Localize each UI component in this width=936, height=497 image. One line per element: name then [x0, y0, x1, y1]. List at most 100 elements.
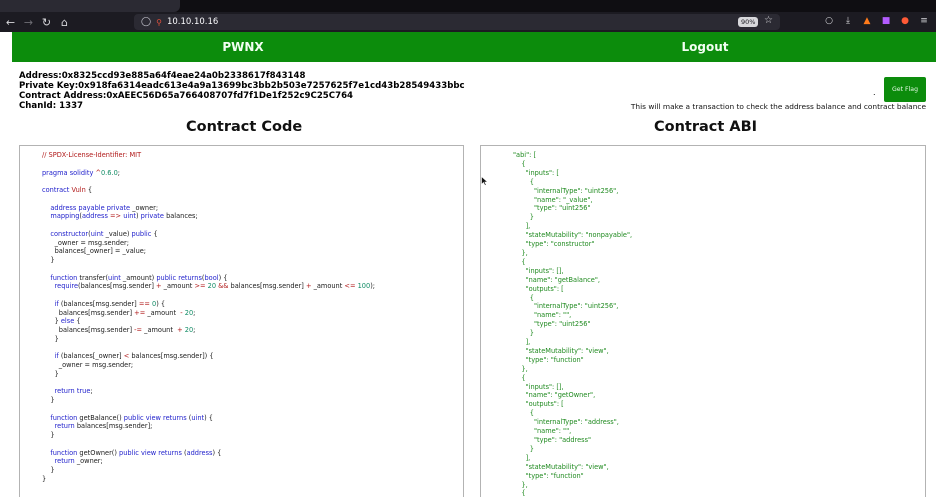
burp-extension-icon[interactable]: ● — [899, 14, 911, 28]
code-lines: // SPDX-License-Identifier: MIT pragma s… — [42, 151, 375, 484]
metamask-fox-icon[interactable]: ▲ — [861, 14, 873, 28]
abi-line: "abi": [ — [513, 151, 537, 159]
abi-line: }, — [513, 480, 528, 489]
abi-line: "internalType": "uint256", — [513, 302, 619, 311]
active-tab[interactable] — [0, 0, 180, 12]
code-line: balances[msg.sender] += _amount - 20; — [42, 308, 196, 317]
abi-line: "type": "constructor" — [513, 240, 595, 249]
contract-code-title: Contract Code — [186, 119, 303, 135]
code-line: return _owner; — [54, 457, 103, 466]
status-dot: . — [873, 88, 876, 97]
abi-line: "stateMutability": "nonpayable", — [513, 231, 633, 240]
abi-line: "stateMutability": "view", — [513, 462, 609, 471]
browser-chrome: ← → ↻ ⌂ ◯ ⚲ 10.10.10.16 90% ☆ ○ ⤓ ▲ ■ ● … — [0, 0, 936, 32]
abi-line: "type": "uint256" — [513, 204, 591, 213]
abi-line: }, — [513, 248, 528, 257]
abi-line: "name": "getBalance", — [513, 275, 600, 284]
abi-line: ], — [513, 222, 531, 231]
contract-abi-panel[interactable]: "abi": [ { "inputs": [ { "internalType":… — [480, 145, 926, 497]
code-line: function getOwner() public view returns … — [50, 448, 222, 457]
abi-line: { — [513, 177, 534, 186]
abi-line: }, — [513, 364, 528, 373]
abi-line: "name": "getOwner", — [513, 391, 596, 400]
download-icon[interactable]: ⤓ — [842, 14, 854, 28]
bookmark-star-icon[interactable]: ☆ — [764, 15, 773, 26]
abi-line: "internalType": "uint256", — [513, 186, 619, 195]
abi-line: { — [513, 409, 534, 418]
chain-id-line: ChanId: 1337 — [19, 101, 84, 112]
abi-line: "inputs": [], — [513, 382, 564, 391]
code-line: balances[_owner] = _value; — [42, 247, 147, 256]
reload-icon[interactable]: ↻ — [39, 15, 54, 30]
toolbar-icons: ○ ⤓ ▲ ■ ● ≡ — [823, 14, 930, 28]
get-flag-button[interactable]: Get Flag — [884, 77, 926, 102]
contract-code-panel[interactable]: // SPDX-License-Identifier: MIT pragma s… — [19, 145, 464, 497]
abi-line: "internalType": "address", — [513, 418, 619, 427]
pocket-icon[interactable]: ○ — [823, 14, 835, 28]
code-line: // SPDX-License-Identifier: MIT — [42, 151, 142, 159]
abi-line: ], — [513, 453, 531, 462]
back-arrow-icon[interactable]: ← — [3, 15, 18, 30]
abi-line: { — [513, 373, 526, 382]
abi-line: { — [513, 159, 526, 168]
abi-line: ], — [513, 338, 531, 347]
code-line: } — [42, 396, 55, 404]
extension-icon[interactable]: ■ — [880, 14, 892, 28]
code-line: } — [42, 334, 59, 343]
abi-line: } — [513, 444, 534, 453]
code-line: function getBalance() public view return… — [50, 413, 213, 422]
code-line: contract Vuln { — [42, 186, 93, 194]
contract-address-line: Contract Address:0xAEEC56D65a766408707fd… — [19, 91, 354, 102]
abi-line: "type": "function" — [513, 471, 584, 480]
abi-line: } — [513, 213, 534, 222]
logout-link[interactable]: Logout — [474, 40, 936, 54]
forward-arrow-icon[interactable]: → — [21, 15, 36, 30]
code-line: } — [42, 474, 47, 483]
menu-icon[interactable]: ≡ — [918, 14, 930, 28]
abi-line: "type": "uint256" — [513, 320, 591, 329]
code-line: } — [42, 369, 59, 378]
code-line: balances[msg.sender] -= _amount + 20; — [42, 326, 196, 334]
abi-line: { — [513, 293, 534, 302]
contract-abi-title: Contract ABI — [654, 119, 758, 135]
url-text[interactable]: 10.10.10.16 — [167, 17, 218, 27]
abi-line: "type": "function" — [513, 355, 584, 364]
site-header: PWNX Logout — [12, 32, 936, 62]
address-line: Address:0x8325ccd93e885a64f4eae24a0b2338… — [19, 71, 306, 81]
code-line: return balances[msg.sender]; — [54, 422, 153, 431]
code-line: } — [42, 431, 55, 439]
home-icon[interactable]: ⌂ — [57, 15, 72, 30]
abi-line: "inputs": [], — [513, 266, 564, 275]
abi-line: { — [513, 257, 526, 266]
private-key-line: Private Key:0x918fa6314eadc613e4a9a13699… — [19, 81, 465, 92]
tab-strip — [0, 0, 936, 12]
code-line: if (balances[_owner] < balances[msg.send… — [54, 352, 214, 361]
code-line: } else { — [42, 317, 81, 326]
abi-line: } — [513, 329, 534, 338]
mouse-cursor-icon — [481, 176, 489, 186]
zoom-level[interactable]: 90% — [738, 17, 759, 27]
code-line: _owner = msg.sender; — [42, 238, 129, 247]
code-line: mapping(address => uint) private balance… — [50, 212, 198, 221]
abi-line: "outputs": [ — [513, 400, 564, 409]
abi-line: "type": "address" — [513, 436, 592, 444]
code-line: function transfer(uint _amount) public r… — [50, 273, 228, 282]
url-bar[interactable]: ◯ ⚲ 10.10.10.16 90% ☆ — [134, 14, 780, 30]
code-line: return true; — [54, 387, 93, 396]
abi-line: { — [513, 489, 526, 497]
page: ← → ↻ ⌂ ◯ ⚲ 10.10.10.16 90% ☆ ○ ⤓ ▲ ■ ● … — [0, 0, 936, 497]
abi-line: "inputs": [ — [513, 168, 559, 177]
code-line: pragma solidity ^0.6.0; — [42, 168, 120, 177]
insecure-lock-icon[interactable]: ⚲ — [156, 18, 162, 27]
abi-line: "name": "", — [513, 311, 572, 320]
brand-link[interactable]: PWNX — [12, 40, 474, 54]
shield-icon[interactable]: ◯ — [141, 17, 151, 27]
